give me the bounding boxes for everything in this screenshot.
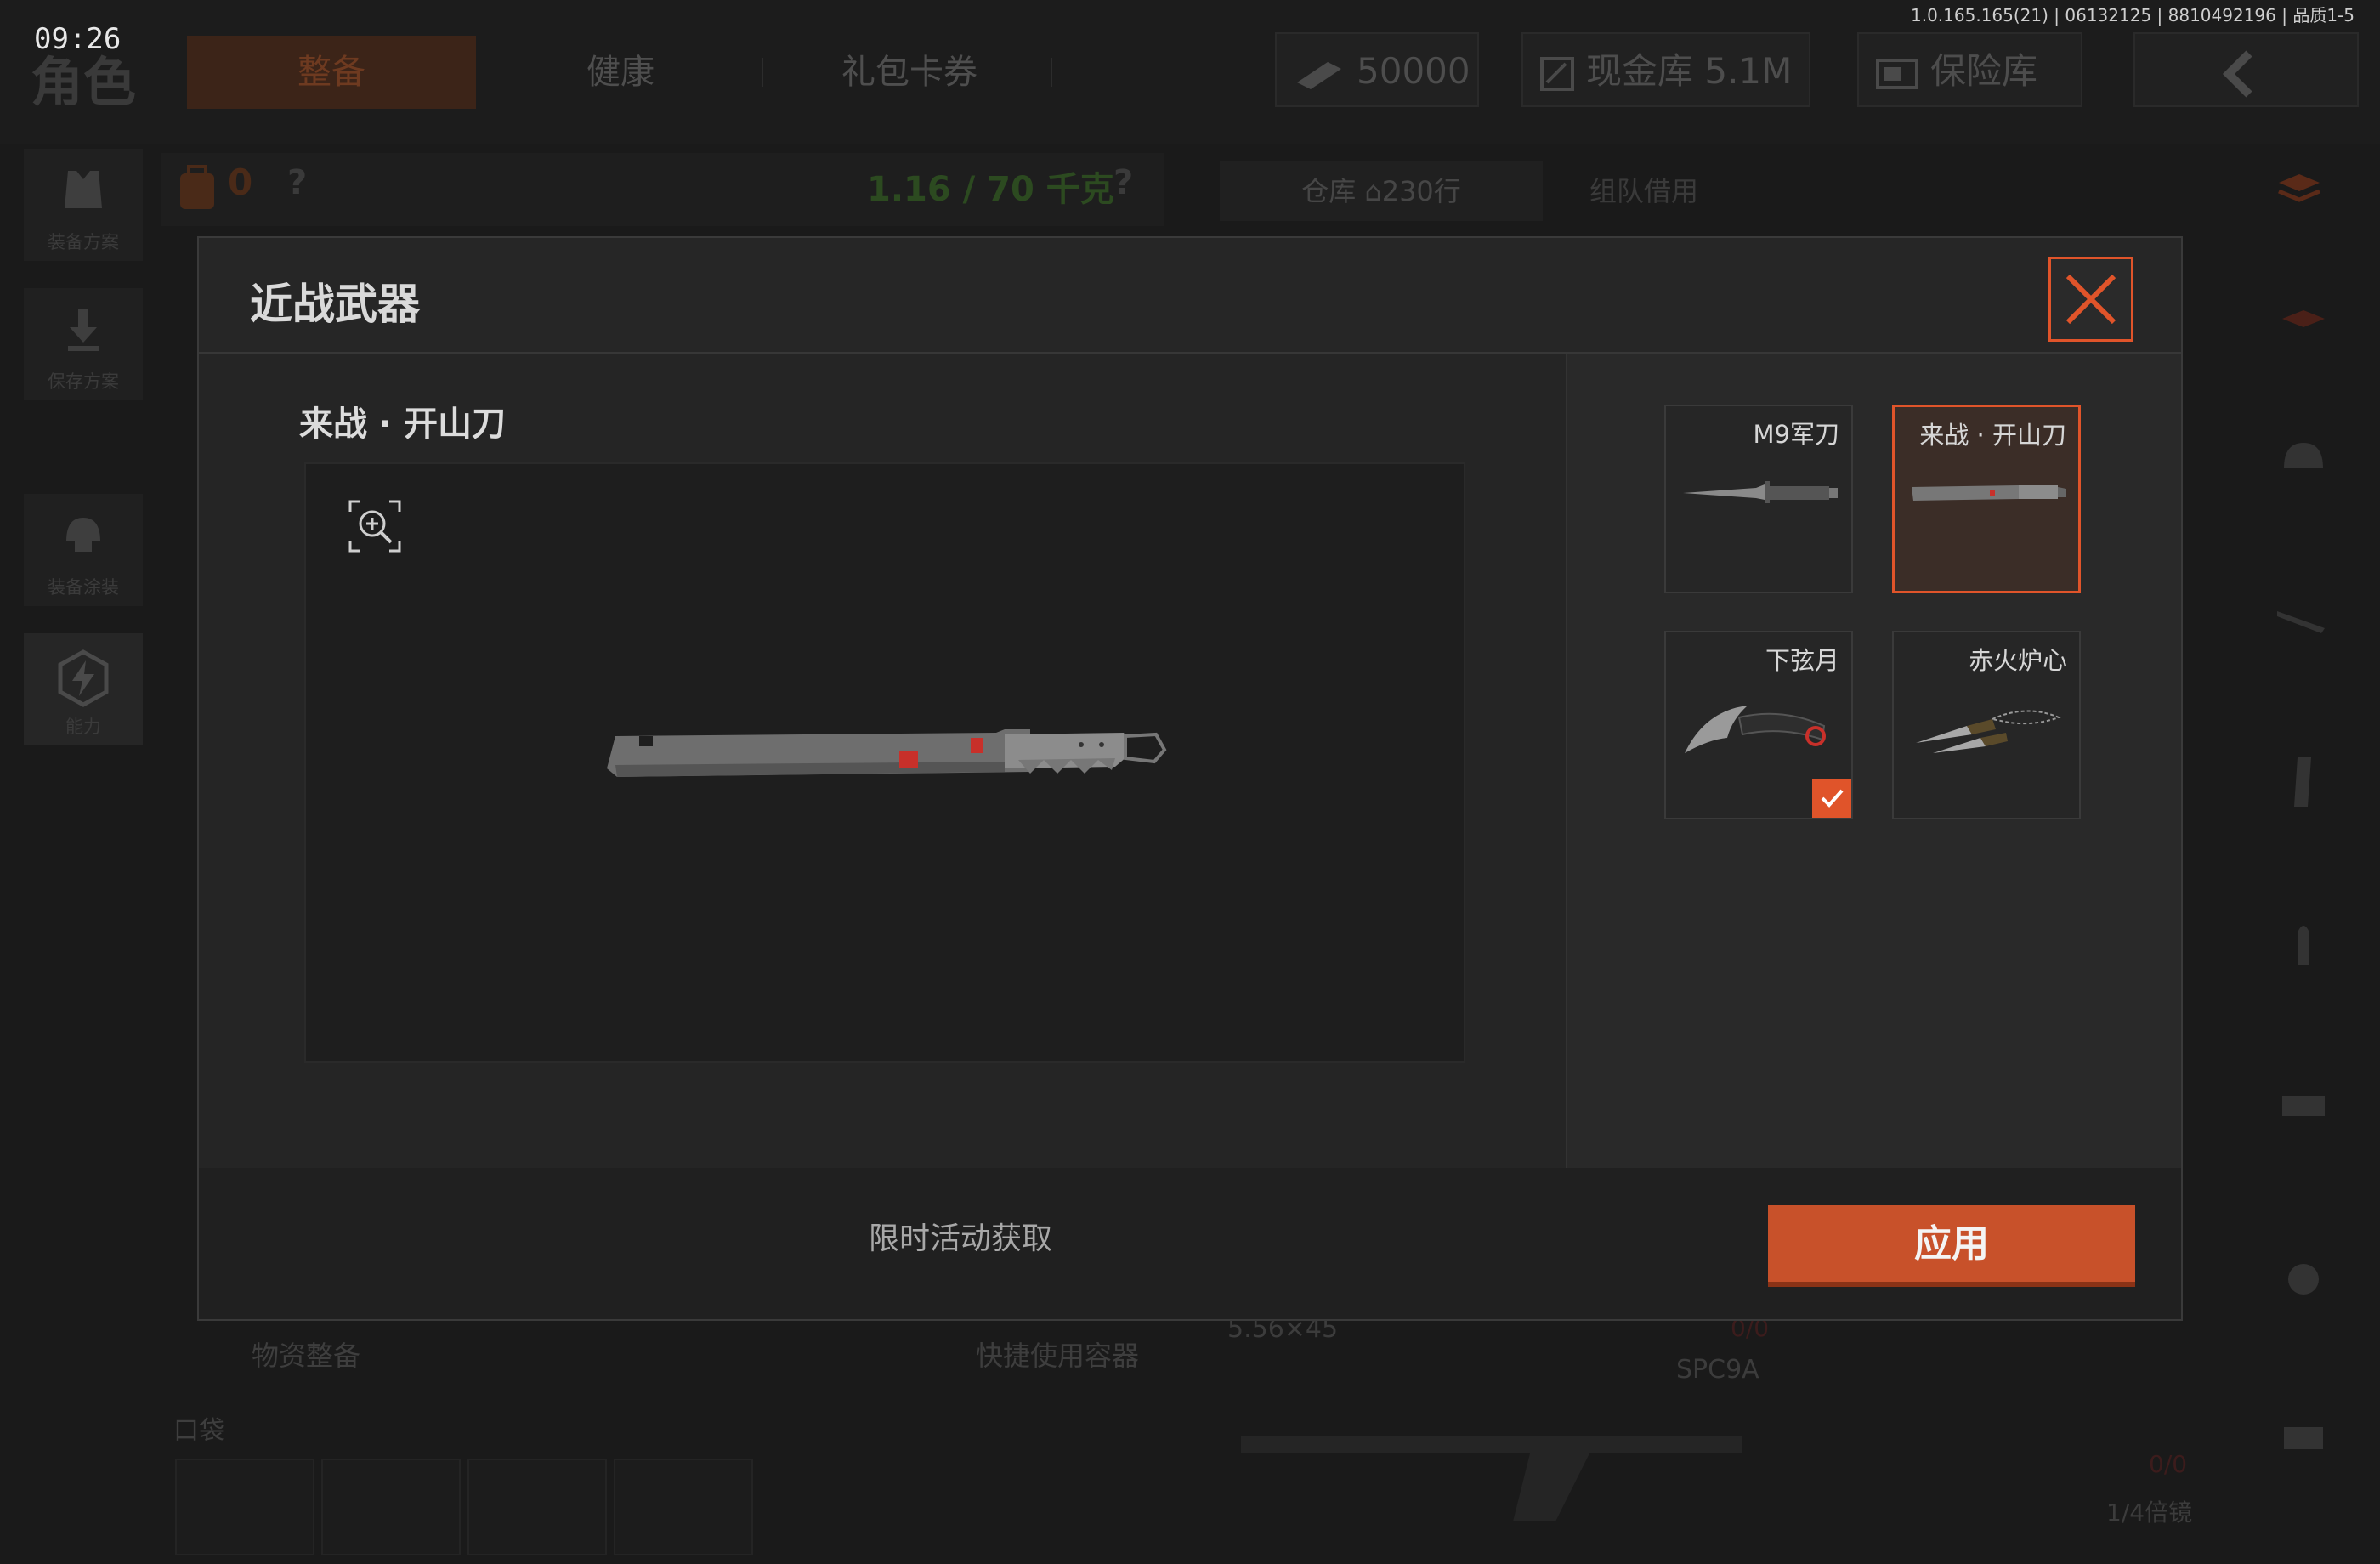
category-rail (2248, 149, 2359, 1543)
grenade-icon[interactable] (2274, 1245, 2333, 1305)
bayonet-icon (1683, 481, 1838, 503)
cash-vault-button[interactable]: 现金库 5.1M (1522, 32, 1810, 107)
status-clock: 09:26 (34, 22, 122, 56)
supplies-tab[interactable]: 物资整备 (252, 1334, 360, 1374)
safe-box-label: 保险库 (1930, 50, 2038, 92)
tab-warehouse[interactable]: 仓库 ⌂230行 (1220, 162, 1543, 221)
sidebar-item-label: 能力 (65, 717, 101, 737)
sidebar-item-save-plan[interactable]: 保存方案 (24, 288, 143, 400)
sidebar-item-label: 保存方案 (48, 371, 119, 392)
help-icon[interactable]: ? (1114, 163, 1133, 202)
weapon-option-machete[interactable]: 来战 · 开山刀 (1892, 405, 2081, 593)
safe-box-button[interactable]: 保险库 (1857, 32, 2082, 107)
safe-icon (1876, 58, 1918, 89)
karambit-icon (1685, 706, 1826, 753)
tab-health[interactable]: 健康 (510, 36, 731, 109)
quick-container-label: 快捷使用容器 (976, 1340, 1140, 1372)
bullet-icon[interactable] (2274, 914, 2333, 973)
sidebar-item-ability[interactable]: 能力 (24, 633, 143, 745)
magazine-icon[interactable] (2274, 752, 2333, 812)
currency-amount: 50000 (1357, 50, 1470, 92)
pocket-slot[interactable] (468, 1459, 607, 1556)
help-icon[interactable]: ? (287, 163, 307, 202)
stack-refresh-icon[interactable] (2274, 157, 2333, 217)
dual-blades-icon (1916, 710, 2061, 753)
modal-title: 近战武器 (250, 280, 420, 329)
tab-divider (762, 58, 763, 87)
backpack-icon (180, 165, 214, 209)
weapon-option-crescent[interactable]: 下弦月 (1664, 631, 1853, 819)
ammo-count: 0/0 (2149, 1450, 2188, 1478)
tab-gift-vouchers[interactable]: 礼包卡券 (774, 36, 1046, 109)
container-icon[interactable] (2274, 1407, 2333, 1466)
home-icon: ⌂ (1364, 175, 1382, 207)
warehouse-label: 仓库 (1301, 175, 1357, 207)
acquire-hint: 限时活动获取 (869, 1221, 1053, 1256)
machete-icon (607, 729, 1167, 777)
zoom-in-icon[interactable] (347, 498, 403, 554)
pocket-label: 口袋 (173, 1416, 224, 1446)
vest-icon (65, 171, 102, 208)
tab-divider (1051, 58, 1052, 87)
sidebar-item-skins[interactable]: 装备涂装 (24, 494, 143, 606)
helmet-icon (66, 518, 100, 552)
download-icon (68, 309, 99, 351)
weapon-option-m9[interactable]: M9军刀 (1664, 405, 1853, 593)
weapon-option-name: 赤火炉心 (1968, 646, 2067, 675)
tab-equipment[interactable]: 整备 (187, 36, 476, 109)
rifle-icon[interactable] (2274, 591, 2333, 650)
sidebar-item-label: 装备涂装 (48, 577, 119, 598)
weapon-option-name: 来战 · 开山刀 (1919, 421, 2066, 450)
smg-icon (1241, 1436, 1742, 1522)
tab-team-borrow[interactable]: 组队借用 (1590, 162, 1698, 221)
apply-button[interactable]: 应用 (1768, 1205, 2135, 1287)
back-button[interactable] (2134, 32, 2359, 107)
currency-display[interactable]: 50000 (1275, 32, 1479, 107)
weapon-option-name: M9军刀 (1753, 420, 1839, 449)
melee-weapon-modal: 近战武器 来战 · 开山刀 M9军刀 来战 · 开山刀 下弦月 赤火炉心 限时活… (197, 236, 2183, 1321)
close-icon (2066, 274, 2116, 325)
weapon-option-red-fire-core[interactable]: 赤火炉心 (1892, 631, 2081, 819)
back-arrow-icon (2222, 49, 2252, 98)
scope-label: 1/4倍镜 (2106, 1499, 2193, 1527)
item-3d-viewer[interactable] (304, 462, 1465, 1062)
pocket-slot[interactable] (614, 1459, 753, 1556)
weapon-name: SPC9A (1676, 1355, 1760, 1385)
equipped-checkmark-icon (1812, 779, 1851, 818)
weapon-option-name: 下弦月 (1765, 646, 1839, 675)
pane-divider (1566, 354, 1567, 1168)
banknote-icon (1297, 61, 1341, 89)
ability-bolt-icon (58, 649, 109, 707)
close-button[interactable] (2048, 257, 2134, 342)
stack-icon[interactable] (2274, 293, 2333, 353)
weight-display: 1.16 / 70 千克 (867, 170, 1114, 209)
selected-item-name: 来战 · 开山刀 (299, 405, 507, 444)
build-info: 1.0.165.165(21) | 06132125 | 8810492196 … (1911, 5, 2354, 26)
sidebar-item-loadout-plan[interactable]: 装备方案 (24, 149, 143, 261)
sidebar-item-label: 装备方案 (48, 232, 119, 252)
cash-vault-label: 现金库 5.1M (1586, 50, 1793, 92)
machete-icon (1912, 485, 2066, 501)
scope-icon[interactable] (2274, 1075, 2333, 1135)
helmet-icon[interactable] (2274, 429, 2333, 489)
cash-vault-icon (1540, 56, 1574, 91)
pocket-slot[interactable] (175, 1459, 314, 1556)
pocket-slot[interactable] (321, 1459, 461, 1556)
backpack-count: 0 (228, 162, 253, 203)
modal-header (199, 238, 2181, 354)
warehouse-rows: 230行 (1381, 175, 1461, 207)
